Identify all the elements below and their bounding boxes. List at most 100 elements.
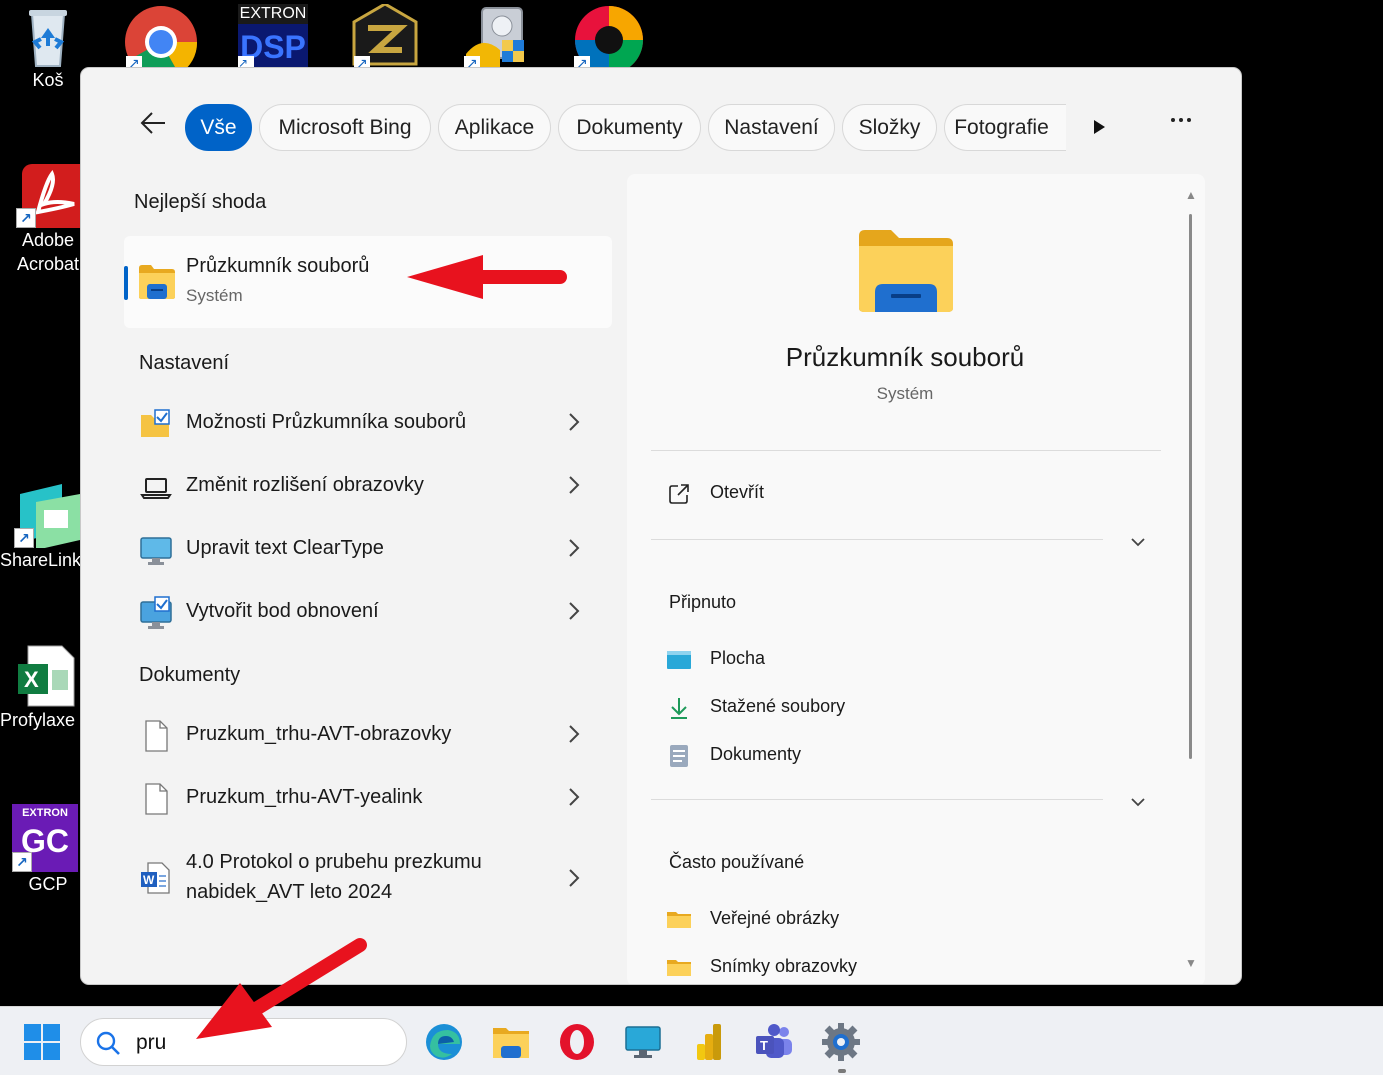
- chevron-right-icon[interactable]: [564, 535, 584, 561]
- filter-chip-folders[interactable]: Složky: [842, 104, 937, 151]
- chevron-right-icon[interactable]: [564, 784, 584, 810]
- folder-options-icon: [139, 407, 173, 441]
- scroll-filters-right-button[interactable]: [1089, 117, 1109, 137]
- extron-label: EXTRON: [238, 4, 308, 24]
- desktop-icon-label: GCP: [28, 874, 68, 894]
- open-external-icon: [667, 482, 691, 506]
- folder-icon: [667, 908, 691, 932]
- chrome-icon[interactable]: ↗: [124, 4, 198, 79]
- file-icon: [139, 719, 173, 753]
- start-button[interactable]: [22, 1022, 62, 1062]
- play-icon: [1094, 120, 1105, 134]
- result-label: Změnit rozlišení obrazovky: [186, 474, 424, 496]
- taskbar-remote-desktop[interactable]: [623, 1022, 663, 1062]
- back-button[interactable]: [139, 108, 169, 138]
- filter-chip-settings[interactable]: Nastavení: [708, 104, 835, 151]
- scroll-up-arrow-icon[interactable]: ▲: [1183, 188, 1199, 202]
- chevron-right-icon[interactable]: [564, 598, 584, 624]
- pinned-item-documents[interactable]: Dokumenty: [667, 742, 967, 772]
- desktop-icon-adobe-acrobat[interactable]: ↗ Adobe Acrobat: [8, 164, 90, 276]
- extron-dsp-icon[interactable]: EXTRON DSP ↗: [238, 4, 308, 70]
- taskbar-edge[interactable]: [424, 1022, 464, 1062]
- expand-chevron-icon[interactable]: [1127, 791, 1149, 813]
- scrollbar-thumb[interactable]: [1189, 214, 1192, 759]
- ellipsis-icon: [1171, 118, 1191, 122]
- desktop-icon-profylaxe[interactable]: X Profylaxe (: [0, 644, 88, 732]
- result-item-screen-resolution[interactable]: Změnit rozlišení obrazovky: [124, 459, 612, 515]
- file-explorer-icon: [138, 264, 176, 300]
- active-app-indicator: [838, 1069, 846, 1073]
- desktop-icon-gcp[interactable]: EXTRON GC ↗ GCP: [8, 804, 88, 896]
- best-match-heading: Nejlepší shoda: [134, 191, 267, 213]
- preview-pane: Průzkumník souborů Systém Otevřít Připnu…: [627, 174, 1205, 984]
- frequent-heading: Často používané: [669, 852, 805, 872]
- taskbar-power-bi[interactable]: [689, 1022, 729, 1062]
- extron-gc-icon: EXTRON GC ↗: [12, 804, 78, 872]
- filter-chip-photos[interactable]: Fotografie: [944, 104, 1066, 151]
- taskbar: T: [0, 1006, 1383, 1075]
- result-label: 4.0 Protokol o prubehu prezkumu nabidek_…: [186, 851, 482, 903]
- result-item-document[interactable]: Pruzkum_trhu-AVT-yealink: [124, 771, 612, 827]
- result-item-folder-options[interactable]: Možnosti Průzkumníka souborů: [124, 396, 612, 452]
- result-item-cleartype[interactable]: Upravit text ClearType: [124, 522, 612, 578]
- app-logo-icon[interactable]: ↗: [352, 2, 418, 72]
- search-input[interactable]: [136, 1029, 386, 1057]
- frequent-label: Veřejné obrázky: [710, 908, 840, 928]
- pinned-item-downloads[interactable]: Stažené soubory: [667, 694, 967, 724]
- chevron-right-icon[interactable]: [564, 865, 584, 891]
- result-item-restore-point[interactable]: Vytvořit bod obnovení: [124, 585, 612, 641]
- best-match-result[interactable]: Průzkumník souborů Systém: [124, 236, 612, 328]
- taskbar-file-explorer[interactable]: [491, 1022, 531, 1062]
- edge-browser-icon: [426, 1024, 462, 1060]
- desktop-icon-label: Koš: [32, 70, 64, 90]
- frequent-label: Snímky obrazovky: [710, 956, 858, 976]
- result-label: Upravit text ClearType: [186, 537, 384, 559]
- monitor-icon: [139, 533, 173, 567]
- filter-chip-bing[interactable]: Microsoft Bing: [259, 104, 431, 151]
- desktop-icon-label: ShareLink P: [0, 550, 88, 570]
- sharelink-icon: ↗: [14, 484, 80, 550]
- result-label: Pruzkum_trhu-AVT-yealink: [186, 786, 423, 808]
- preview-title: Průzkumník souborů: [785, 342, 1025, 372]
- windows-logo-icon: [24, 1024, 60, 1060]
- file-icon: [139, 782, 173, 816]
- settings-heading: Nastavení: [139, 352, 230, 374]
- result-item-document[interactable]: W 4.0 Protokol o prubehu prezkumu nabide…: [124, 847, 612, 911]
- desktop-icon-sharelink[interactable]: ↗ ShareLink P: [0, 484, 88, 572]
- disk-utility-icon[interactable]: ↗: [462, 4, 532, 72]
- desktop-icon-label: Profylaxe (: [0, 710, 87, 730]
- chevron-right-icon[interactable]: [564, 409, 584, 435]
- pinned-item-desktop[interactable]: Plocha: [667, 646, 967, 676]
- result-item-document[interactable]: Pruzkum_trhu-AVT-obrazovky: [124, 708, 612, 764]
- desktop-icon-recycle-bin[interactable]: Koš: [8, 4, 88, 92]
- filter-chip-documents[interactable]: Dokumenty: [558, 104, 701, 151]
- recycle-bin-icon: [16, 4, 80, 68]
- restore-point-icon: [139, 596, 173, 630]
- frequent-item[interactable]: Snímky obrazovky: [667, 954, 967, 984]
- open-action[interactable]: Otevřít: [667, 480, 867, 510]
- photo-app-icon[interactable]: ↗: [572, 4, 646, 74]
- filter-chip-apps[interactable]: Aplikace: [438, 104, 551, 151]
- search-icon: [95, 1030, 121, 1056]
- filter-chip-all[interactable]: Vše: [185, 104, 252, 151]
- taskbar-search-box[interactable]: [80, 1018, 407, 1066]
- preview-subtitle: Systém: [876, 384, 934, 403]
- pinned-label: Plocha: [710, 648, 766, 668]
- divider: [651, 539, 1103, 540]
- excel-file-icon: X: [14, 644, 78, 708]
- taskbar-teams[interactable]: T: [754, 1022, 794, 1062]
- chevron-right-icon[interactable]: [564, 721, 584, 747]
- frequent-item[interactable]: Veřejné obrázky: [667, 906, 967, 936]
- more-options-button[interactable]: [1163, 110, 1199, 140]
- taskbar-opera[interactable]: [557, 1022, 597, 1062]
- arrow-left-icon: [140, 112, 165, 134]
- best-match-title: Průzkumník souborů: [186, 255, 370, 277]
- desktop-icon-label: Adobe Acrobat: [16, 230, 80, 274]
- expand-chevron-icon[interactable]: [1127, 531, 1149, 553]
- shortcut-arrow-icon: ↗: [14, 528, 34, 548]
- chevron-right-icon[interactable]: [564, 472, 584, 498]
- taskbar-settings[interactable]: [821, 1022, 861, 1062]
- scroll-down-arrow-icon[interactable]: ▼: [1183, 956, 1199, 970]
- laptop-icon: [139, 470, 173, 504]
- monitor-icon: [625, 1026, 661, 1058]
